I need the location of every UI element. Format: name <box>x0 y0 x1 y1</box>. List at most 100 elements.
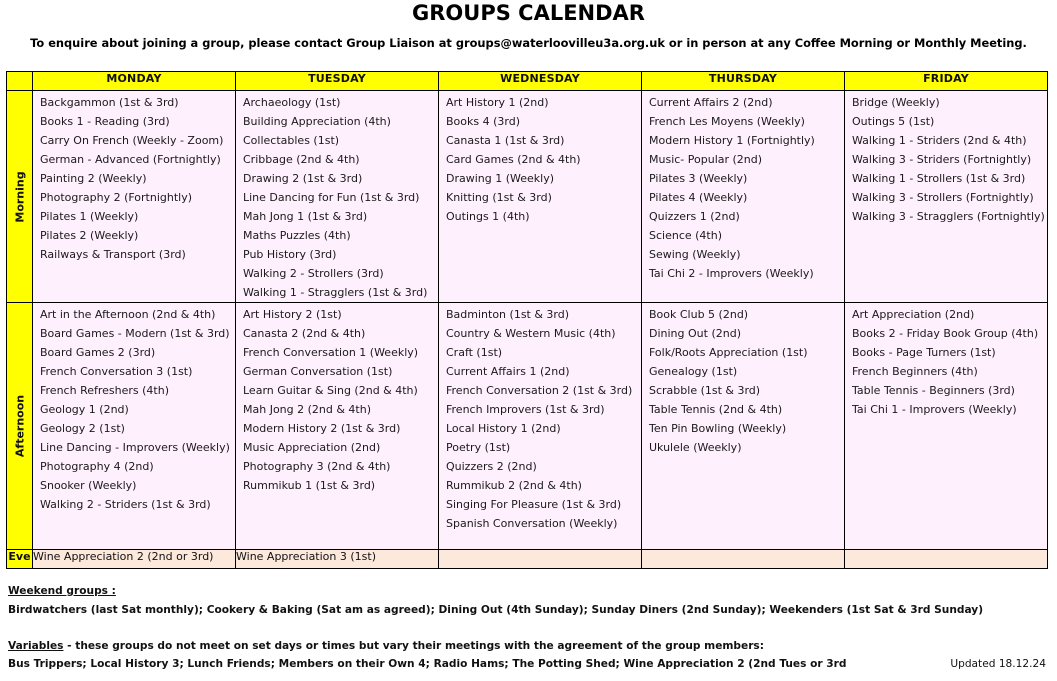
variables-heading: Variables <box>8 640 64 652</box>
group-entry: Pilates 3 (Weekly) <box>649 172 748 185</box>
group-entry: Art in the Afternoon (2nd & 4th) <box>40 308 216 321</box>
group-entry: Modern History 1 (Fortnightly) <box>649 134 815 147</box>
group-entry: Outings 1 (4th) <box>446 210 530 223</box>
group-list: Current Affairs 2 (2nd) French Les Moyens… <box>642 91 844 283</box>
group-entry: German Conversation (1st) <box>243 365 393 378</box>
group-entry: Photography 4 (2nd) <box>40 460 154 473</box>
group-entry: Photography 3 (2nd & 4th) <box>243 460 391 473</box>
group-entry: Board Games - Modern (1st & 3rd) <box>40 327 230 340</box>
group-entry: Walking 3 - Stragglers (Fortnightly) <box>852 210 1045 223</box>
morning-label: Morning <box>13 170 26 223</box>
group-entry: French Les Moyens (Weekly) <box>649 115 805 128</box>
group-entry: Line Dancing for Fun (1st & 3rd) <box>243 191 420 204</box>
group-entry: French Conversation 3 (1st) <box>40 365 193 378</box>
group-entry: French Beginners (4th) <box>852 365 978 378</box>
group-entry: French Refreshers (4th) <box>40 384 169 397</box>
weekend-groups-heading: Weekend groups : <box>8 585 116 597</box>
group-entry: Pilates 4 (Weekly) <box>649 191 748 204</box>
variables-list: Bus Trippers; Local History 3; Lunch Fri… <box>8 658 846 670</box>
group-entry: Card Games (2nd & 4th) <box>446 153 581 166</box>
group-list: Art Appreciation (2nd) Books 2 - Friday B… <box>845 303 1047 419</box>
group-entry: Local History 1 (2nd) <box>446 422 561 435</box>
slot-thursday-eve <box>641 549 845 569</box>
group-entry: Drawing 1 (Weekly) <box>446 172 555 185</box>
slot-thursday-afternoon: Book Club 5 (2nd) Dining Out (2nd) Folk/Ro… <box>641 302 845 550</box>
group-entry: Tai Chi 1 - Improvers (Weekly) <box>852 403 1017 416</box>
slot-wednesday-eve <box>438 549 642 569</box>
group-entry: Outings 5 (1st) <box>852 115 935 128</box>
group-entry: Pilates 1 (Weekly) <box>40 210 139 223</box>
variables-description: Variables - these groups do not meet on … <box>8 640 764 652</box>
slot-monday-morning: Backgammon (1st & 3rd) Books 1 - Reading … <box>32 90 236 303</box>
group-entry: Singing For Pleasure (1st & 3rd) <box>446 498 622 511</box>
group-entry: Folk/Roots Appreciation (1st) <box>649 346 808 359</box>
group-entry: Backgammon (1st & 3rd) <box>40 96 179 109</box>
group-entry: Maths Puzzles (4th) <box>243 229 351 242</box>
group-entry: Walking 3 - Strollers (Fortnightly) <box>852 191 1034 204</box>
group-list: Badminton (1st & 3rd) Country & Western M… <box>439 303 641 533</box>
group-entry: Music- Popular (2nd) <box>649 153 763 166</box>
group-list: Book Club 5 (2nd) Dining Out (2nd) Folk/Ro… <box>642 303 844 457</box>
group-entry: Ten Pin Bowling (Weekly) <box>649 422 787 435</box>
slot-friday-morning: Bridge (Weekly) Outings 5 (1st) Walking 1 … <box>844 90 1048 303</box>
group-entry: Drawing 2 (1st & 3rd) <box>243 172 363 185</box>
evening-row: Eve Wine Appreciation 2 (2nd or 3rd) Win… <box>6 549 1048 569</box>
group-entry: French Conversation 2 (1st & 3rd) <box>446 384 633 397</box>
group-entry: Walking 1 - Stragglers (1st & 3rd) <box>243 286 428 299</box>
group-entry: Archaeology (1st) <box>243 96 341 109</box>
group-entry: Bridge (Weekly) <box>852 96 940 109</box>
group-entry: Scrabble (1st & 3rd) <box>649 384 761 397</box>
period-label-eve: Eve <box>6 549 33 569</box>
group-entry: Ukulele (Weekly) <box>649 441 742 454</box>
group-entry: Railways & Transport (3rd) <box>40 248 186 261</box>
group-entry: Walking 1 - Striders (2nd & 4th) <box>852 134 1027 147</box>
period-label-afternoon: Afternoon <box>6 302 33 550</box>
group-entry: Walking 2 - Strollers (3rd) <box>243 267 384 280</box>
slot-monday-eve: Wine Appreciation 2 (2nd or 3rd) <box>32 549 236 569</box>
weekend-groups-list: Birdwatchers (last Sat monthly); Cookery… <box>8 604 984 616</box>
group-entry: Rummikub 2 (2nd & 4th) <box>446 479 582 492</box>
slot-monday-afternoon: Art in the Afternoon (2nd & 4th) Board Ga… <box>32 302 236 550</box>
variables-desc-text: - these groups do not meet on set days o… <box>63 640 764 652</box>
group-entry: Carry On French (Weekly - Zoom) <box>40 134 224 147</box>
updated-date: Updated 18.12.24 <box>950 658 1046 670</box>
group-list: Art History 1 (2nd) Books 4 (3rd) Canasta … <box>439 91 641 226</box>
group-entry: Mah Jong 2 (2nd & 4th) <box>243 403 372 416</box>
group-entry: Painting 2 (Weekly) <box>40 172 147 185</box>
group-entry: Craft (1st) <box>446 346 503 359</box>
group-entry: Poetry (1st) <box>446 441 511 454</box>
group-entry: German - Advanced (Fortnightly) <box>40 153 221 166</box>
group-list: Bridge (Weekly) Outings 5 (1st) Walking 1 … <box>845 91 1047 226</box>
slot-wednesday-afternoon: Badminton (1st & 3rd) Country & Western M… <box>438 302 642 550</box>
group-list: Archaeology (1st) Building Appreciation (… <box>236 91 438 302</box>
group-entry: Sewing (Weekly) <box>649 248 741 261</box>
day-header-wednesday: WEDNESDAY <box>438 71 642 91</box>
group-entry: Canasta 2 (2nd & 4th) <box>243 327 366 340</box>
page-title: GROUPS CALENDAR <box>412 1 645 25</box>
slot-wednesday-morning: Art History 1 (2nd) Books 4 (3rd) Canasta … <box>438 90 642 303</box>
group-entry: Spanish Conversation (Weekly) <box>446 517 618 530</box>
group-entry: Book Club 5 (2nd) <box>649 308 749 321</box>
group-entry: Walking 3 - Striders (Fortnightly) <box>852 153 1032 166</box>
group-entry: Mah Jong 1 (1st & 3rd) <box>243 210 368 223</box>
group-entry: Quizzers 1 (2nd) <box>649 210 740 223</box>
group-entry: Walking 2 - Striders (1st & 3rd) <box>40 498 211 511</box>
group-entry: Books - Page Turners (1st) <box>852 346 996 359</box>
group-entry: Table Tennis (2nd & 4th) <box>649 403 783 416</box>
group-entry: Rummikub 1 (1st & 3rd) <box>243 479 376 492</box>
slot-tuesday-afternoon: Art History 2 (1st) Canasta 2 (2nd & 4th)… <box>235 302 439 550</box>
group-entry: Books 4 (3rd) <box>446 115 520 128</box>
group-entry: Badminton (1st & 3rd) <box>446 308 570 321</box>
group-entry: Art History 1 (2nd) <box>446 96 549 109</box>
group-entry: Canasta 1 (1st & 3rd) <box>446 134 565 147</box>
day-header-tuesday: TUESDAY <box>235 71 439 91</box>
group-entry: Table Tennis - Beginners (3rd) <box>852 384 1015 397</box>
group-entry: Tai Chi 2 - Improvers (Weekly) <box>649 267 814 280</box>
group-list: Art History 2 (1st) Canasta 2 (2nd & 4th)… <box>236 303 438 495</box>
slot-friday-afternoon: Art Appreciation (2nd) Books 2 - Friday B… <box>844 302 1048 550</box>
day-header-thursday: THURSDAY <box>641 71 845 91</box>
group-entry: Snooker (Weekly) <box>40 479 137 492</box>
day-header-friday: FRIDAY <box>844 71 1048 91</box>
group-entry: Pilates 2 (Weekly) <box>40 229 139 242</box>
slot-thursday-morning: Current Affairs 2 (2nd) French Les Moyens… <box>641 90 845 303</box>
